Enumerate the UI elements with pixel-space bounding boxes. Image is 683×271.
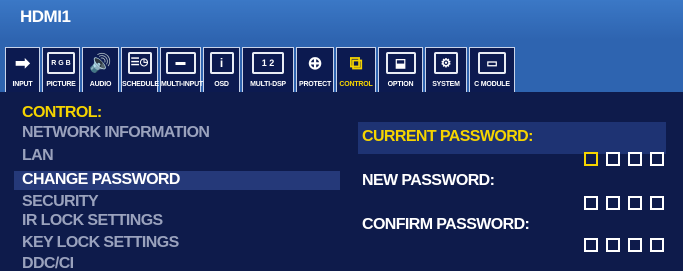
tab-control[interactable]: ⧉ CONTROL — [336, 47, 376, 92]
tab-label: AUDIO — [89, 81, 112, 88]
menu-item-ir-lock-settings[interactable]: IR LOCK SETTINGS — [22, 212, 163, 230]
tab-label: C MODULE — [474, 81, 510, 88]
menu-item-lan[interactable]: LAN — [22, 147, 54, 165]
control-menu: CONTROL: NETWORK INFORMATION LAN CHANGE … — [0, 92, 683, 271]
speaker-icon: 🔊 — [89, 53, 112, 73]
password-digit-box[interactable] — [650, 196, 664, 210]
tab-input[interactable]: ➡ INPUT — [5, 47, 40, 92]
multi-input-icon: ▬ — [165, 52, 196, 74]
menu-item-change-password[interactable]: CHANGE PASSWORD — [22, 171, 180, 189]
menu-item-network-information[interactable]: NETWORK INFORMATION — [22, 124, 210, 142]
password-digit-box[interactable] — [628, 238, 642, 252]
tab-label: MULTI-DSP — [250, 81, 286, 88]
password-digit-box[interactable] — [606, 152, 620, 166]
password-digit-box[interactable] — [606, 196, 620, 210]
menu-item-key-lock-settings[interactable]: KEY LOCK SETTINGS — [22, 234, 179, 252]
tab-label: OPTION — [387, 81, 414, 88]
menu-item-ddc-ci[interactable]: DDC/CI — [22, 255, 74, 271]
tab-label: MULTI-INPUT — [161, 81, 203, 88]
osd-screen: HDMI1 ➡ INPUT R G B PICTURE 🔊 AUDIO ☰◷ S… — [0, 0, 683, 271]
tab-protect[interactable]: ⊕ PROTECT — [296, 47, 334, 92]
tab-label: PICTURE — [46, 81, 76, 88]
tab-multi-dsp[interactable]: 1 2 MULTI-DSP — [242, 47, 294, 92]
confirm-password-field[interactable] — [584, 238, 664, 252]
password-digit-box[interactable] — [584, 238, 598, 252]
password-digit-box[interactable] — [584, 152, 598, 166]
password-digit-box[interactable] — [650, 152, 664, 166]
rgb-picture-icon: R G B — [47, 52, 75, 74]
new-password-label: NEW PASSWORD: — [362, 172, 495, 189]
password-digit-box[interactable] — [628, 152, 642, 166]
window-title: HDMI1 — [20, 7, 71, 26]
option-screen-icon: ⬓ — [385, 52, 416, 74]
gear-icon: ⚙ — [434, 52, 458, 74]
current-password-label: CURRENT PASSWORD: — [362, 128, 533, 145]
tab-label: INPUT — [12, 81, 33, 88]
password-digit-box[interactable] — [628, 196, 642, 210]
menu-toolbar: ➡ INPUT R G B PICTURE 🔊 AUDIO ☰◷ SCHEDUL… — [0, 40, 683, 92]
tab-schedule[interactable]: ☰◷ SCHEDULE — [121, 47, 159, 92]
tab-label: OSD — [214, 81, 229, 88]
password-panel: CURRENT PASSWORD: NEW PASSWORD: CONFIRM … — [358, 122, 668, 271]
tab-label: SYSTEM — [432, 81, 460, 88]
tab-system[interactable]: ⚙ SYSTEM — [425, 47, 467, 92]
menu-item-security[interactable]: SECURITY — [22, 193, 99, 211]
tab-audio[interactable]: 🔊 AUDIO — [82, 47, 119, 92]
tab-c-module[interactable]: ▭ C MODULE — [469, 47, 515, 92]
tab-multi-input[interactable]: ▬ MULTI-INPUT — [160, 47, 203, 92]
multi-display-icon: 1 2 — [252, 52, 284, 74]
shield-plus-icon: ⊕ — [307, 53, 323, 73]
schedule-clock-icon: ☰◷ — [127, 52, 152, 74]
osd-info-icon: i — [209, 52, 234, 74]
tab-label: CONTROL — [339, 81, 373, 88]
current-password-field[interactable] — [584, 152, 664, 166]
password-digit-box[interactable] — [584, 196, 598, 210]
control-network-icon: ⧉ — [349, 53, 363, 73]
new-password-field[interactable] — [584, 196, 664, 210]
password-digit-box[interactable] — [650, 238, 664, 252]
confirm-password-label: CONFIRM PASSWORD: — [362, 216, 530, 233]
password-digit-box[interactable] — [606, 238, 620, 252]
tab-label: SCHEDULE — [122, 81, 159, 88]
tab-label: PROTECT — [298, 81, 332, 88]
tab-picture[interactable]: R G B PICTURE — [42, 47, 80, 92]
compute-module-icon: ▭ — [478, 52, 506, 74]
input-arrow-icon: ➡ — [14, 53, 31, 73]
tab-osd[interactable]: i OSD — [203, 47, 240, 92]
tab-option[interactable]: ⬓ OPTION — [378, 47, 423, 92]
menu-list: CONTROL: NETWORK INFORMATION LAN CHANGE … — [0, 92, 340, 271]
title-bar: HDMI1 — [0, 0, 683, 40]
menu-header: CONTROL: — [22, 104, 102, 121]
